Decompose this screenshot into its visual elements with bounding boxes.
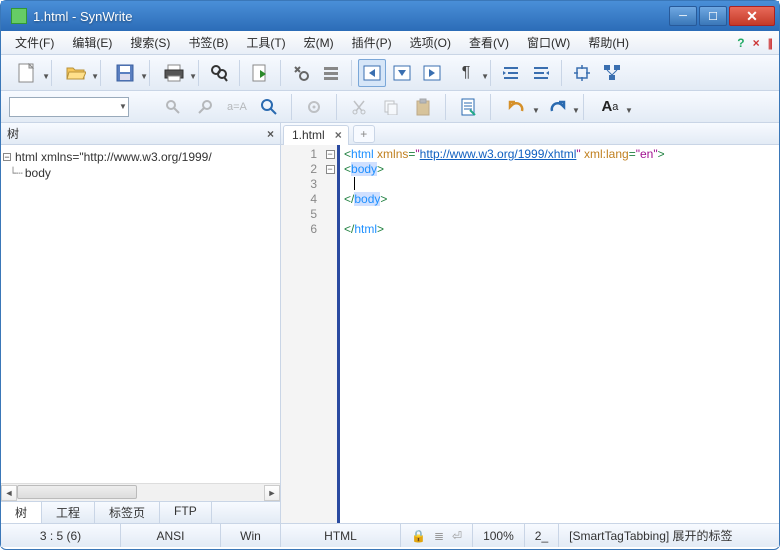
status-eol[interactable]: Win	[221, 524, 281, 547]
status-language[interactable]: HTML	[281, 524, 401, 547]
scroll-thumb[interactable]	[17, 485, 137, 499]
side-panel: 树 × − html xmlns="http://www.w3.org/1999…	[1, 123, 281, 523]
status-encoding[interactable]: ANSI	[121, 524, 221, 547]
code-area[interactable]: 1 2 3 4 5 6 − − <html xmlns="http://www.…	[281, 145, 779, 523]
select-all-button[interactable]	[454, 93, 482, 121]
find-next-button[interactable]	[159, 93, 187, 121]
tab-tree[interactable]: 树	[1, 502, 42, 523]
new-tab-button[interactable]: +	[353, 125, 375, 143]
wrap-icon: ⏎	[452, 529, 462, 543]
tab-label: 1.html	[292, 128, 325, 142]
pilcrow-button[interactable]: ¶▼	[448, 59, 484, 87]
font-button[interactable]: Aa▼	[592, 93, 628, 121]
print-button[interactable]: ▼	[156, 59, 192, 87]
lines-icon: ≣	[434, 529, 444, 543]
menu-options[interactable]: 选项(O)	[404, 32, 457, 53]
editor-tabbar: 1.html × +	[281, 123, 779, 145]
new-file-button[interactable]: ▼	[9, 59, 45, 87]
menu-plugins[interactable]: 插件(P)	[346, 32, 398, 53]
scroll-right-icon[interactable]: ►	[264, 485, 280, 501]
status-icons: 🔒 ≣ ⏎	[401, 524, 473, 547]
tree-node-html[interactable]: − html xmlns="http://www.w3.org/1999/	[3, 149, 278, 165]
indent-button[interactable]	[497, 59, 525, 87]
statusbar: 3 : 5 (6) ANSI Win HTML 🔒 ≣ ⏎ 100% 2_ [S…	[1, 523, 779, 547]
menu-view[interactable]: 查看(V)	[463, 32, 515, 53]
customize-button[interactable]	[317, 59, 345, 87]
line-gutter: 1 2 3 4 5 6	[281, 145, 323, 523]
fold-column: − −	[323, 145, 337, 523]
tree-button[interactable]	[598, 59, 626, 87]
menu-file[interactable]: 文件(F)	[9, 32, 60, 53]
sync-button[interactable]	[568, 59, 596, 87]
help-icon[interactable]: ?	[737, 36, 744, 50]
tab-tabs[interactable]: 标签页	[95, 502, 160, 523]
code-text[interactable]: <html xmlns="http://www.w3.org/1999/xhtm…	[337, 145, 779, 523]
editor-tab[interactable]: 1.html ×	[283, 125, 349, 145]
panel-down-button[interactable]	[388, 59, 416, 87]
open-file-button[interactable]: ▼	[58, 59, 94, 87]
fold-icon[interactable]: −	[326, 165, 335, 174]
titlebar: 1.html - SynWrite ─ ☐ ✕	[1, 1, 779, 31]
settings-button[interactable]	[287, 59, 315, 87]
search-input[interactable]	[9, 97, 129, 117]
menu-bars-icon[interactable]: |||	[768, 36, 771, 50]
config-button[interactable]	[300, 93, 328, 121]
menu-bookmarks[interactable]: 书签(B)	[182, 32, 234, 53]
panel-title: 树	[7, 125, 267, 142]
menu-macro[interactable]: 宏(M)	[298, 32, 340, 53]
cut-button[interactable]	[345, 93, 373, 121]
status-zoom[interactable]: 100%	[473, 524, 525, 547]
editor-area: 1.html × + 1 2 3 4 5 6 − − <html xmlns="…	[281, 123, 779, 523]
panel-close-icon[interactable]: ×	[267, 127, 274, 141]
toolbar-main: ▼ ▼ ▼ ▼ ¶▼	[1, 55, 779, 91]
outdent-button[interactable]	[527, 59, 555, 87]
menu-help[interactable]: 帮助(H)	[582, 32, 635, 53]
tree-view[interactable]: − html xmlns="http://www.w3.org/1999/ └┄…	[1, 145, 280, 483]
menu-window[interactable]: 窗口(W)	[521, 32, 576, 53]
fold-icon[interactable]: −	[326, 150, 335, 159]
status-message: [SmartTagTabbing] 展开的标签	[559, 524, 779, 547]
save-button[interactable]: ▼	[107, 59, 143, 87]
paste-button[interactable]	[409, 93, 437, 121]
goto-button[interactable]	[246, 59, 274, 87]
tree-branch-icon: └┄	[3, 167, 25, 180]
panel-right-button[interactable]	[418, 59, 446, 87]
find-prev-button[interactable]	[191, 93, 219, 121]
undo-button[interactable]: ▼	[499, 93, 535, 121]
text-cursor	[354, 177, 355, 190]
collapse-icon[interactable]: −	[3, 153, 11, 161]
status-z2: 2_	[525, 524, 559, 547]
find-button[interactable]	[205, 59, 233, 87]
redo-button[interactable]: ▼	[539, 93, 575, 121]
menu-close-icon[interactable]: ×	[753, 36, 760, 50]
copy-button[interactable]	[377, 93, 405, 121]
tab-close-icon[interactable]: ×	[335, 128, 342, 142]
tab-project[interactable]: 工程	[42, 502, 95, 523]
maximize-button[interactable]: ☐	[699, 6, 727, 26]
tab-ftp[interactable]: FTP	[160, 502, 212, 523]
status-position: 3 : 5 (6)	[1, 524, 121, 547]
close-button[interactable]: ✕	[729, 6, 775, 26]
horizontal-scrollbar[interactable]: ◄ ►	[1, 483, 280, 501]
menu-edit[interactable]: 编辑(E)	[66, 32, 118, 53]
scroll-left-icon[interactable]: ◄	[1, 485, 17, 501]
toolbar-secondary: ▼ a=A ▼ ▼ Aa▼	[1, 91, 779, 123]
lock-icon: 🔒	[411, 529, 426, 543]
window-title: 1.html - SynWrite	[33, 9, 669, 24]
case-button[interactable]: a=A	[223, 93, 251, 121]
panel-header: 树 ×	[1, 123, 280, 145]
content-area: 树 × − html xmlns="http://www.w3.org/1999…	[1, 123, 779, 523]
menubar: 文件(F) 编辑(E) 搜索(S) 书签(B) 工具(T) 宏(M) 插件(P)…	[1, 31, 779, 55]
menu-tools[interactable]: 工具(T)	[240, 32, 291, 53]
app-icon	[11, 8, 27, 24]
panel-left-button[interactable]	[358, 59, 386, 87]
zoom-button[interactable]	[255, 93, 283, 121]
side-tabs: 树 工程 标签页 FTP	[1, 501, 280, 523]
tree-node-body[interactable]: └┄ body	[3, 165, 278, 181]
minimize-button[interactable]: ─	[669, 6, 697, 26]
menu-search[interactable]: 搜索(S)	[124, 32, 176, 53]
